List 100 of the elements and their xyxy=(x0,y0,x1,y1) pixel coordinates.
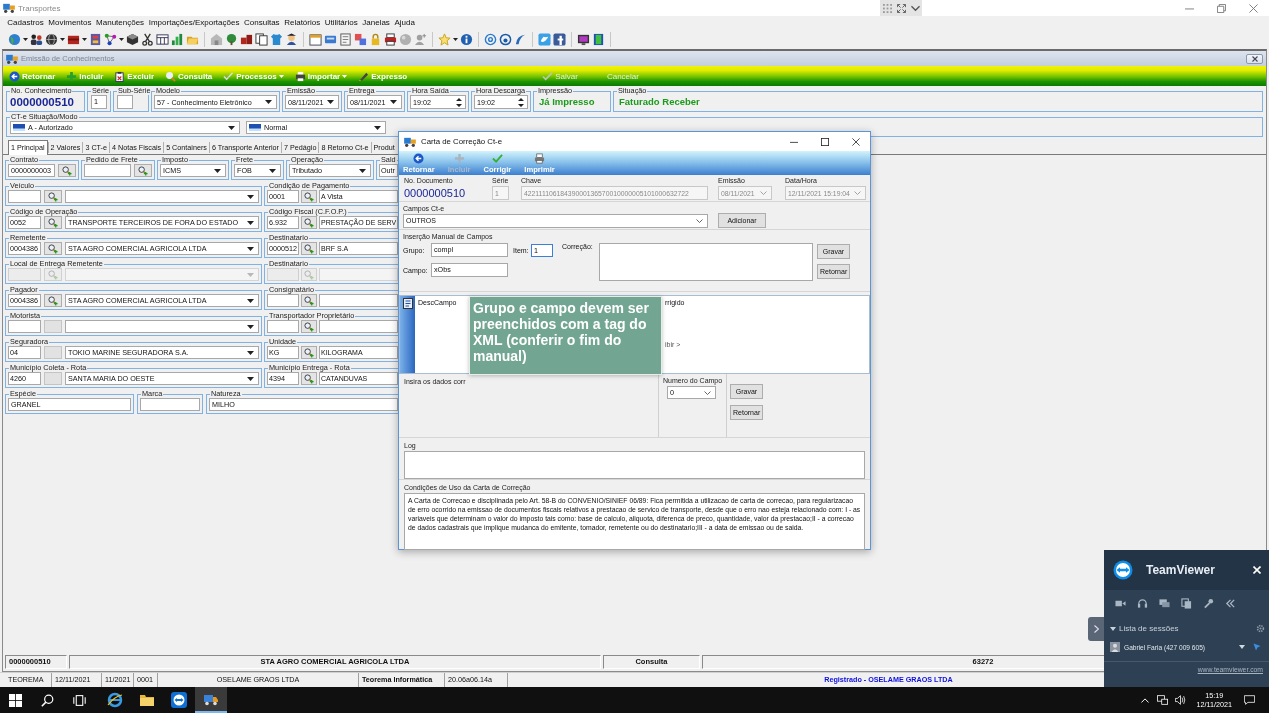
lookup-button[interactable] xyxy=(301,372,317,385)
start-icon[interactable] xyxy=(9,693,22,707)
caret-icon[interactable] xyxy=(453,38,458,41)
chart-icon[interactable] xyxy=(171,33,184,46)
ring-icon[interactable] xyxy=(499,33,512,46)
calendar-icon[interactable] xyxy=(156,33,169,46)
close-icon[interactable] xyxy=(1251,55,1258,62)
code-field[interactable] xyxy=(267,294,299,307)
side-tab[interactable] xyxy=(1088,617,1104,641)
headset-icon[interactable] xyxy=(1137,598,1148,609)
lookup-button[interactable] xyxy=(301,320,317,333)
menu-item[interactable]: Ajuda xyxy=(392,17,418,29)
at-icon[interactable] xyxy=(484,33,497,46)
bird-icon[interactable] xyxy=(538,33,551,46)
text-field[interactable] xyxy=(117,95,133,109)
maximize-icon[interactable] xyxy=(821,137,829,146)
documents-icon[interactable] xyxy=(255,33,268,46)
menu-item[interactable]: Consultas xyxy=(241,17,282,29)
calendar-icon[interactable] xyxy=(309,33,322,46)
restore-icon[interactable] xyxy=(1217,3,1226,13)
magnifier-plus-icon xyxy=(304,347,314,358)
lookup-button[interactable] xyxy=(301,242,317,255)
caret-icon[interactable] xyxy=(82,38,87,41)
lookup-button[interactable] xyxy=(301,346,317,359)
name-field[interactable] xyxy=(319,320,398,333)
lookup-button[interactable] xyxy=(301,190,317,203)
correction-field[interactable] xyxy=(599,243,813,281)
menu-item[interactable]: Importações/Exportações xyxy=(146,17,242,29)
log-field[interactable] xyxy=(404,451,865,479)
expand-icon[interactable] xyxy=(896,3,906,13)
menu-item[interactable]: Manutenções xyxy=(93,17,147,29)
copy-icon[interactable] xyxy=(1181,598,1192,609)
menu-item[interactable]: Cadastros xyxy=(5,17,47,29)
spinner-icon[interactable] xyxy=(518,96,524,108)
menu-item[interactable]: Movimentos xyxy=(46,17,94,29)
lookup-button[interactable] xyxy=(44,294,62,307)
cursor-icon[interactable] xyxy=(1253,643,1261,651)
person-icon[interactable] xyxy=(285,33,298,46)
caret-icon[interactable] xyxy=(1239,645,1245,649)
calculator-icon[interactable] xyxy=(89,33,102,46)
chevron-down-icon[interactable] xyxy=(910,3,920,13)
lookup-button[interactable] xyxy=(44,190,62,203)
name-field[interactable] xyxy=(319,294,398,307)
tile-icon[interactable] xyxy=(553,33,566,46)
lookup-button[interactable] xyxy=(44,216,62,229)
close-button[interactable] xyxy=(1246,53,1263,64)
code-field[interactable] xyxy=(8,320,41,333)
grid-icon[interactable] xyxy=(882,3,892,13)
lookup-button[interactable] xyxy=(301,216,317,229)
name-field[interactable] xyxy=(65,320,259,333)
package-icon[interactable] xyxy=(67,33,80,46)
caret-icon[interactable] xyxy=(1110,626,1116,631)
cube-icon[interactable] xyxy=(126,33,139,46)
globe-icon[interactable] xyxy=(45,33,58,46)
volume-icon[interactable] xyxy=(1174,695,1186,705)
text-field[interactable] xyxy=(140,398,200,411)
lookup-button[interactable] xyxy=(58,164,76,177)
card-icon[interactable] xyxy=(324,33,337,46)
name-field[interactable] xyxy=(65,190,259,203)
printer-icon[interactable] xyxy=(384,33,397,46)
menu-item[interactable]: Relatórios xyxy=(281,17,323,29)
lookup-button[interactable] xyxy=(301,294,317,307)
camera-icon[interactable] xyxy=(1115,598,1126,609)
network-icon[interactable] xyxy=(104,33,117,46)
caret-icon[interactable] xyxy=(60,38,65,41)
network-icon[interactable] xyxy=(1156,695,1168,705)
lookup-button[interactable] xyxy=(134,164,152,177)
caret-icon[interactable] xyxy=(119,38,124,41)
menu-item[interactable]: Utilitários xyxy=(322,17,360,29)
pills-icon[interactable] xyxy=(354,33,367,46)
document-icon[interactable] xyxy=(402,298,413,309)
wrench-icon[interactable] xyxy=(1203,598,1214,609)
info-icon[interactable] xyxy=(460,33,473,46)
notification-icon[interactable] xyxy=(1244,695,1255,705)
star-icon[interactable] xyxy=(438,33,451,46)
close-icon[interactable] xyxy=(852,137,860,146)
spinner-icon[interactable] xyxy=(456,96,462,108)
menu-item[interactable]: Janelas xyxy=(360,17,393,29)
task-view-icon[interactable] xyxy=(73,693,86,707)
house-icon[interactable] xyxy=(210,33,223,46)
scissors-icon[interactable] xyxy=(141,33,154,46)
chevron-up-icon[interactable] xyxy=(1140,697,1149,703)
double-chevron-icon[interactable] xyxy=(1225,598,1236,609)
add-user-icon[interactable] xyxy=(414,33,427,46)
search-icon[interactable] xyxy=(41,693,54,707)
caret-icon[interactable] xyxy=(23,38,28,41)
chat-icon[interactable] xyxy=(1159,598,1170,609)
package-icon[interactable] xyxy=(240,33,253,46)
book-icon[interactable] xyxy=(592,33,605,46)
caret-icon xyxy=(247,220,254,225)
swirl-icon[interactable] xyxy=(514,33,527,46)
settings-icon[interactable] xyxy=(1256,624,1265,633)
code-field[interactable] xyxy=(267,320,299,333)
monitor-icon[interactable] xyxy=(577,33,590,46)
code-field[interactable] xyxy=(8,190,41,203)
lookup-button[interactable] xyxy=(44,242,62,255)
code-field[interactable] xyxy=(84,164,131,177)
tree-icon[interactable] xyxy=(225,33,238,46)
people-icon[interactable] xyxy=(30,33,43,46)
shirt-icon[interactable] xyxy=(270,33,283,46)
